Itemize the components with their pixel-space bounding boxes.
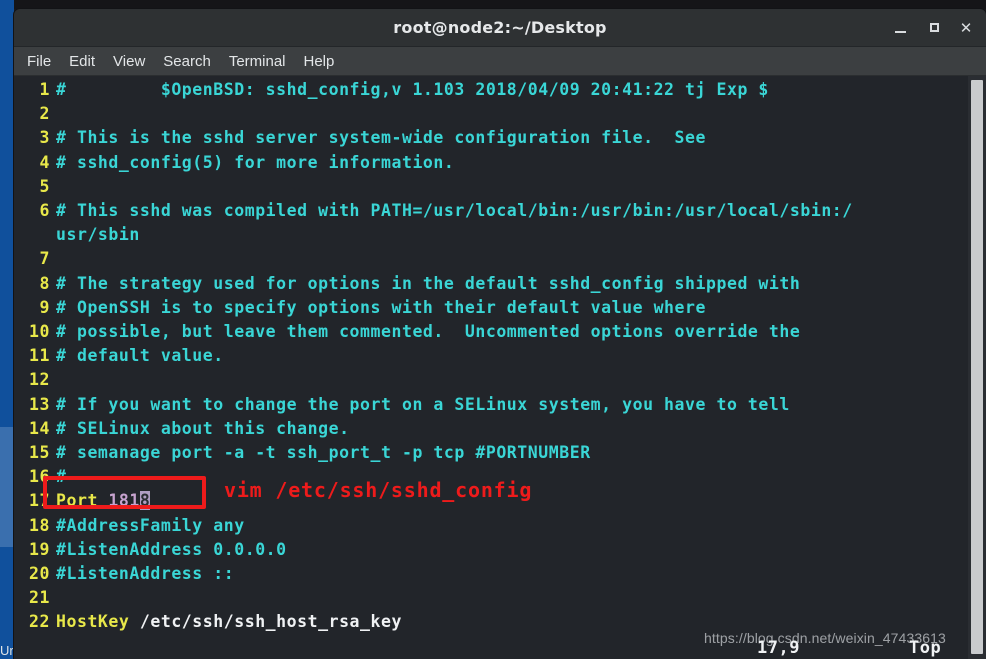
menubar: File Edit View Search Terminal Help (14, 47, 986, 76)
line-content: # SELinux about this change. (56, 418, 350, 438)
scrollbar-thumb[interactable] (971, 80, 983, 654)
vim-status-line: 17,9 Top (14, 635, 986, 659)
line-number: 8 (39, 273, 50, 293)
port-keyword: Port (56, 491, 98, 511)
line-content: # This is the sshd server system-wide co… (56, 128, 706, 148)
scrollbar-track[interactable] (968, 76, 986, 659)
desktop-left-strip (0, 0, 14, 659)
editor-row: 10 # possible, but leave them commented. … (14, 322, 800, 341)
hostkey-keyword: HostKey (56, 612, 130, 632)
line-number: 2 (39, 104, 50, 124)
menu-item-edit[interactable]: Edit (60, 51, 104, 72)
editor-row: 19 #ListenAddress 0.0.0.0 (14, 540, 287, 559)
line-number: 5 (39, 176, 50, 196)
editor-row: 6 # This sshd was compiled with PATH=/usr… (14, 201, 853, 220)
editor-row: 13 # If you want to change the port on a … (14, 395, 790, 414)
editor-row: 14 # SELinux about this change. (14, 419, 350, 438)
annotation-command: vim /etc/ssh/sshd_config (224, 478, 533, 502)
editor-row: 7 (14, 249, 56, 268)
editor-row: 2 (14, 104, 56, 123)
terminal-window: root@node2:~/Desktop ✕ File Edit View Se… (14, 9, 986, 659)
line-content: #AddressFamily any (56, 515, 245, 535)
line-number: 13 (29, 394, 50, 414)
menu-item-search[interactable]: Search (154, 51, 220, 72)
line-number: 6 (39, 201, 50, 221)
line-content-wrap: usr/sbin (56, 225, 140, 245)
terminal-body[interactable]: 1 # $OpenBSD: sshd_config,v 1.103 2018/04… (14, 76, 986, 659)
menu-item-view[interactable]: View (104, 51, 154, 72)
line-number: 11 (29, 346, 50, 366)
line-number: 7 (39, 249, 50, 269)
editor-row-wrap: usr/sbin (14, 225, 140, 244)
editor-row: 20 #ListenAddress :: (14, 564, 234, 583)
cursor-position: 17,9 (757, 638, 800, 658)
line-number: 17 (29, 491, 50, 511)
editor-row: 9 # OpenSSH is to specify options with th… (14, 298, 706, 317)
menu-item-help[interactable]: Help (295, 51, 344, 72)
line-number: 20 (29, 564, 50, 584)
line-number: 10 (29, 322, 50, 342)
line-content: # If you want to change the port on a SE… (56, 394, 790, 414)
editor-row-port: 17 Port 1818 (14, 491, 151, 511)
maximize-button[interactable] (924, 18, 944, 38)
editor-row: 11 # default value. (14, 346, 224, 365)
vim-cursor: 8 (139, 491, 151, 511)
editor-row: 1 # $OpenBSD: sshd_config,v 1.103 2018/04… (14, 80, 769, 99)
line-content: # The strategy used for options in the d… (56, 273, 801, 293)
editor-row: 21 (14, 588, 56, 607)
line-number: 12 (29, 370, 50, 390)
line-number: 18 (29, 515, 50, 535)
hostkey-path: /etc/ssh/ssh_host_rsa_key (139, 612, 402, 632)
minimize-button[interactable] (890, 18, 910, 38)
editor-row: 15 # semanage port -a -t ssh_port_t -p tc… (14, 443, 591, 462)
line-content: # default value. (56, 346, 224, 366)
desktop-top-shade (0, 0, 986, 9)
maximize-icon (929, 23, 939, 32)
editor-row: 16 # (14, 467, 66, 486)
close-button[interactable]: ✕ (956, 18, 976, 38)
line-content: # OpenSSH is to specify options with the… (56, 297, 706, 317)
line-content: # $OpenBSD: sshd_config,v 1.103 2018/04/… (56, 80, 769, 99)
line-number: 19 (29, 539, 50, 559)
line-content: #ListenAddress :: (56, 564, 235, 584)
line-number: 4 (39, 152, 50, 172)
line-content: #ListenAddress 0.0.0.0 (56, 539, 287, 559)
window-title: root@node2:~/Desktop (393, 18, 607, 37)
line-number: 22 (29, 612, 50, 632)
editor-row: 5 (14, 177, 56, 196)
vim-buffer: 1 # $OpenBSD: sshd_config,v 1.103 2018/04… (14, 78, 968, 635)
desktop-bottom-left-label: Ur (0, 643, 14, 658)
line-content: # sshd_config(5) for more information. (56, 152, 455, 172)
desktop-left-strip-highlight (0, 427, 14, 547)
line-content: # This sshd was compiled with PATH=/usr/… (56, 201, 853, 221)
editor-row-hostkey: 22 HostKey /etc/ssh/ssh_host_rsa_key (14, 612, 402, 631)
line-number: 3 (39, 128, 50, 148)
line-number: 1 (39, 80, 50, 99)
line-number: 21 (29, 588, 50, 608)
line-number: 15 (29, 443, 50, 463)
editor-row: 3 # This is the sshd server system-wide c… (14, 128, 706, 147)
editor-row: 8 # The strategy used for options in the … (14, 274, 800, 293)
editor-row: 18 #AddressFamily any (14, 516, 245, 535)
scroll-indicator: Top (909, 638, 942, 658)
line-number: 16 (29, 467, 50, 487)
menu-item-file[interactable]: File (18, 51, 60, 72)
minimize-icon (894, 31, 906, 33)
editor-row: 4 # sshd_config(5) for more information. (14, 153, 454, 172)
line-number: 14 (29, 418, 50, 438)
line-number: 9 (39, 297, 50, 317)
window-titlebar[interactable]: root@node2:~/Desktop ✕ (14, 9, 986, 47)
line-content: # possible, but leave them commented. Un… (56, 322, 801, 342)
line-content: # semanage port -a -t ssh_port_t -p tcp … (56, 443, 591, 463)
line-content: # (56, 467, 67, 487)
menu-item-terminal[interactable]: Terminal (220, 51, 295, 72)
port-value: 181 (108, 491, 140, 511)
editor-row: 12 (14, 370, 56, 389)
